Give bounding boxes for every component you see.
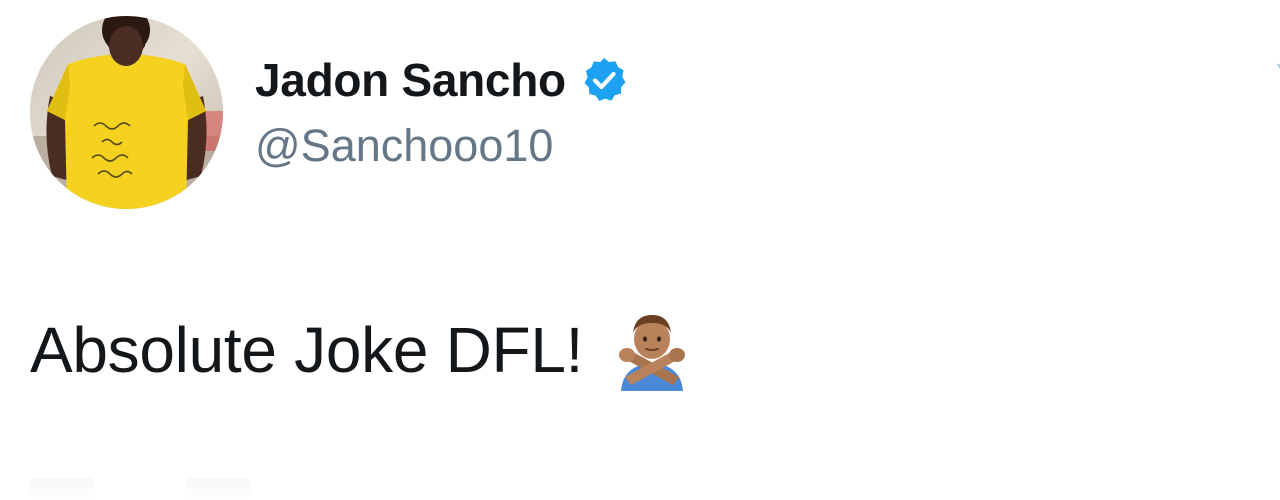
avatar[interactable] bbox=[30, 16, 223, 209]
author-handle[interactable]: @Sanchooo10 bbox=[255, 120, 553, 172]
footer-fade-left bbox=[30, 478, 95, 500]
footer-fade-right bbox=[185, 478, 250, 500]
tweet-card: Jadon Sancho @Sanchooo10 Absolute Joke D… bbox=[0, 0, 1280, 500]
chevron-down-icon[interactable] bbox=[1268, 58, 1280, 78]
avatar-image bbox=[30, 16, 223, 209]
author-name-row: Jadon Sancho bbox=[255, 50, 628, 110]
man-gesturing-no-emoji bbox=[611, 309, 693, 391]
author-display-name[interactable]: Jadon Sancho bbox=[255, 53, 566, 107]
tweet-text: Absolute Joke DFL! bbox=[30, 314, 584, 386]
tweet-footer-hint bbox=[30, 478, 250, 500]
verified-badge-icon bbox=[580, 56, 628, 104]
tweet-body: Absolute Joke DFL! bbox=[30, 305, 693, 395]
